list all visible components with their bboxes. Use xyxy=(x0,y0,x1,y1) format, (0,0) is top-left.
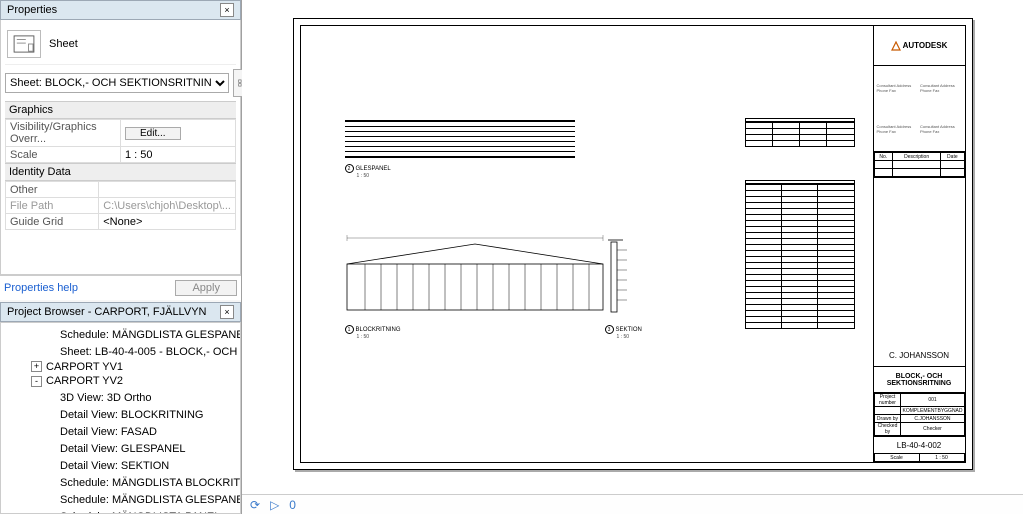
scale-icon[interactable]: ⟳ xyxy=(250,498,260,512)
autodesk-logo: AUTODESK xyxy=(874,26,965,66)
properties-header: Properties × xyxy=(0,0,241,20)
tree-node[interactable]: Sheet: LB-40-4-005 - BLOCK,- OCH SEKTIO xyxy=(15,342,240,359)
tree-node[interactable]: 3D View: 3D Ortho xyxy=(15,388,240,405)
group-graphics[interactable]: Graphics xyxy=(5,101,236,119)
prop-row[interactable]: File Path C:\Users\chjoh\Desktop\... xyxy=(6,198,236,214)
tree-node[interactable]: Schedule: MÄNGDLISTA PANEL xyxy=(15,507,240,514)
properties-help-link[interactable]: Properties help xyxy=(4,282,78,294)
expand-toggle[interactable]: - xyxy=(31,376,42,387)
tree-label: 3D View: 3D Ortho xyxy=(60,392,152,404)
properties-title: Properties xyxy=(7,4,57,16)
schedule-2[interactable] xyxy=(745,180,855,329)
project-tree[interactable]: Schedule: MÄNGDLISTA GLESPANEL Sheet: LB-… xyxy=(0,322,241,514)
tree-label: Detail View: GLESPANEL xyxy=(60,443,186,455)
tree-node[interactable]: Schedule: MÄNGDLISTA BLOCKRITNING xyxy=(15,473,240,490)
scale-row: Scale1 : 50 xyxy=(874,453,965,462)
tree-label: Schedule: MÄNGDLISTA GLESPANEL xyxy=(60,329,241,341)
tree-label: Detail View: SEKTION xyxy=(60,460,169,472)
sheet[interactable]: AUTODESK Consultant Address Phone FaxCon… xyxy=(293,18,973,470)
tree-node[interactable]: Detail View: SEKTION xyxy=(15,456,240,473)
instance-selector[interactable]: Sheet: BLOCK,- OCH SEKTIONSRITNIN xyxy=(5,73,229,93)
drawing-canvas[interactable]: AUTODESK Consultant Address Phone FaxCon… xyxy=(242,0,1023,494)
tree-label: CARPORT YV2 xyxy=(46,375,123,387)
title-block: AUTODESK Consultant Address Phone FaxCon… xyxy=(873,26,965,462)
tree-label: Detail View: BLOCKRITNING xyxy=(60,409,203,421)
tree-label: Schedule: MÄNGDLISTA BLOCKRITNING xyxy=(60,477,241,489)
revision-grid: No.DescriptionDate xyxy=(874,152,965,178)
view-blockritning[interactable]: 1BLOCKRITNING 1 : 50 xyxy=(345,230,605,340)
tree-node[interactable]: Detail View: BLOCKRITNING xyxy=(15,405,240,422)
close-icon[interactable]: × xyxy=(220,3,234,17)
tree-node[interactable]: Detail View: GLESPANEL xyxy=(15,439,240,456)
prop-row[interactable]: Guide Grid <None> xyxy=(6,214,236,230)
schedule-1[interactable] xyxy=(745,118,855,147)
expand-toggle[interactable]: + xyxy=(31,361,42,372)
view-glespanel[interactable]: 2GLESPANEL 1 : 50 xyxy=(345,120,575,179)
tree-node[interactable]: Schedule: MÄNGDLISTA GLESPANEL xyxy=(15,325,240,342)
browser-header: Project Browser - CARPORT, FJÄLLVYN × xyxy=(0,302,241,322)
prop-row[interactable]: Other xyxy=(6,182,236,198)
type-label: Sheet xyxy=(49,38,78,50)
crop-icon[interactable]: ▷ xyxy=(270,498,279,512)
edit-vg-button[interactable]: Edit... xyxy=(125,127,181,140)
prop-row[interactable]: Visibility/Graphics Overr... Edit... xyxy=(6,120,236,147)
tree-node[interactable]: Schedule: MÄNGDLISTA GLESPANEL xyxy=(15,490,240,507)
zoom-value[interactable]: 0 xyxy=(289,498,296,512)
prop-row[interactable]: Scale 1 : 50 xyxy=(6,147,236,163)
tree-label: Detail View: FASAD xyxy=(60,426,157,438)
owner: C. JOHANSSON xyxy=(874,345,965,367)
view-control-bar: ⟳ ▷ 0 xyxy=(242,494,1023,514)
tree-label: CARPORT YV1 xyxy=(46,361,123,373)
properties-body: Sheet Sheet: BLOCK,- OCH SEKTIONSRITNIN … xyxy=(0,20,241,275)
close-icon[interactable]: × xyxy=(220,305,234,319)
tree-label: Schedule: MÄNGDLISTA GLESPANEL xyxy=(60,494,241,506)
sheet-icon xyxy=(7,30,41,58)
browser-title: Project Browser - CARPORT, FJÄLLVYN xyxy=(7,306,206,318)
sheet-number: LB-40-4-002 xyxy=(874,437,965,453)
drawing-area: 2GLESPANEL 1 : 50 xyxy=(305,30,867,458)
meta-grid: Project number001 KOMPLEMENTBYGGNAD Draw… xyxy=(874,393,965,437)
tree-node[interactable]: + CARPORT YV1 xyxy=(15,359,240,374)
consultant-block: Consultant Address Phone FaxConsultant A… xyxy=(874,66,965,152)
tree-node[interactable]: Detail View: FASAD xyxy=(15,422,240,439)
tree-label: Sheet: LB-40-4-005 - BLOCK,- OCH SEKTIO xyxy=(60,346,241,358)
group-identity[interactable]: Identity Data xyxy=(5,163,236,181)
view-sektion[interactable]: 3SEKTION 1 : 50 xyxy=(605,230,655,340)
apply-button[interactable]: Apply xyxy=(175,280,237,296)
sheet-title: BLOCK,- OCHSEKTIONSRITNING xyxy=(874,367,965,393)
tree-node[interactable]: -CARPORT YV2 xyxy=(15,374,240,389)
